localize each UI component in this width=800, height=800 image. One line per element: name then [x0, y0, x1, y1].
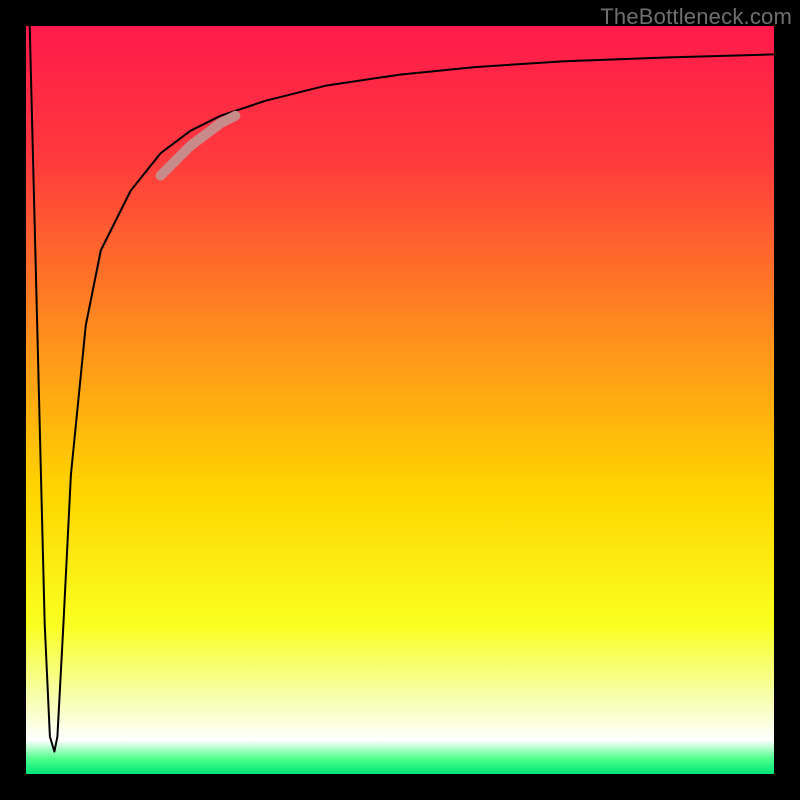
- watermark-text: TheBottleneck.com: [600, 4, 792, 30]
- chart-frame: TheBottleneck.com: [0, 0, 800, 800]
- gradient-background: [26, 26, 774, 774]
- bottleneck-chart: [26, 26, 774, 774]
